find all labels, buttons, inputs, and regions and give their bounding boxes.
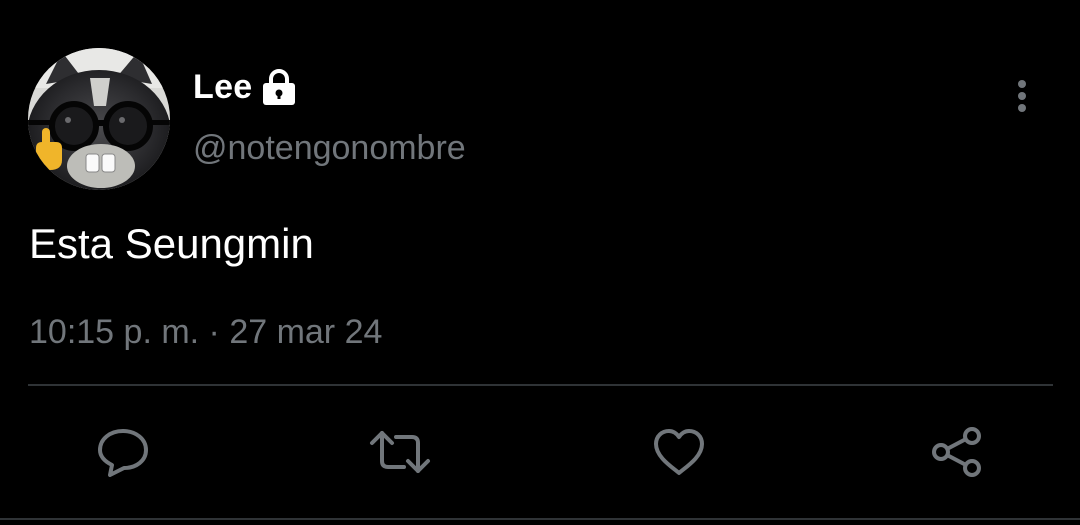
- reply-button[interactable]: [91, 420, 155, 484]
- display-name: Lee: [193, 67, 253, 106]
- retweet-button[interactable]: [368, 420, 432, 484]
- cat-avatar-icon: [28, 48, 170, 190]
- retweet-icon: [370, 431, 430, 473]
- divider: [28, 384, 1053, 386]
- share-icon: [932, 427, 981, 477]
- tweet-text: Esta Seungmin: [29, 220, 314, 267]
- author-handle[interactable]: @notengonombre: [193, 126, 466, 170]
- like-button[interactable]: [647, 420, 711, 484]
- reply-icon: [98, 429, 148, 477]
- lock-icon: [261, 68, 297, 106]
- more-options-button[interactable]: [1002, 74, 1042, 118]
- author-name-row[interactable]: Lee: [193, 64, 297, 110]
- share-button[interactable]: [924, 420, 988, 484]
- tweet-detail: Lee @notengonombre Esta Seungmin 10:15 p…: [0, 0, 1080, 525]
- more-vertical-icon: [1018, 80, 1026, 112]
- avatar[interactable]: [28, 48, 170, 190]
- tweet-timestamp[interactable]: 10:15 p. m. · 27 mar 24: [29, 310, 382, 354]
- heart-icon: [654, 429, 704, 475]
- bottom-divider: [0, 518, 1080, 520]
